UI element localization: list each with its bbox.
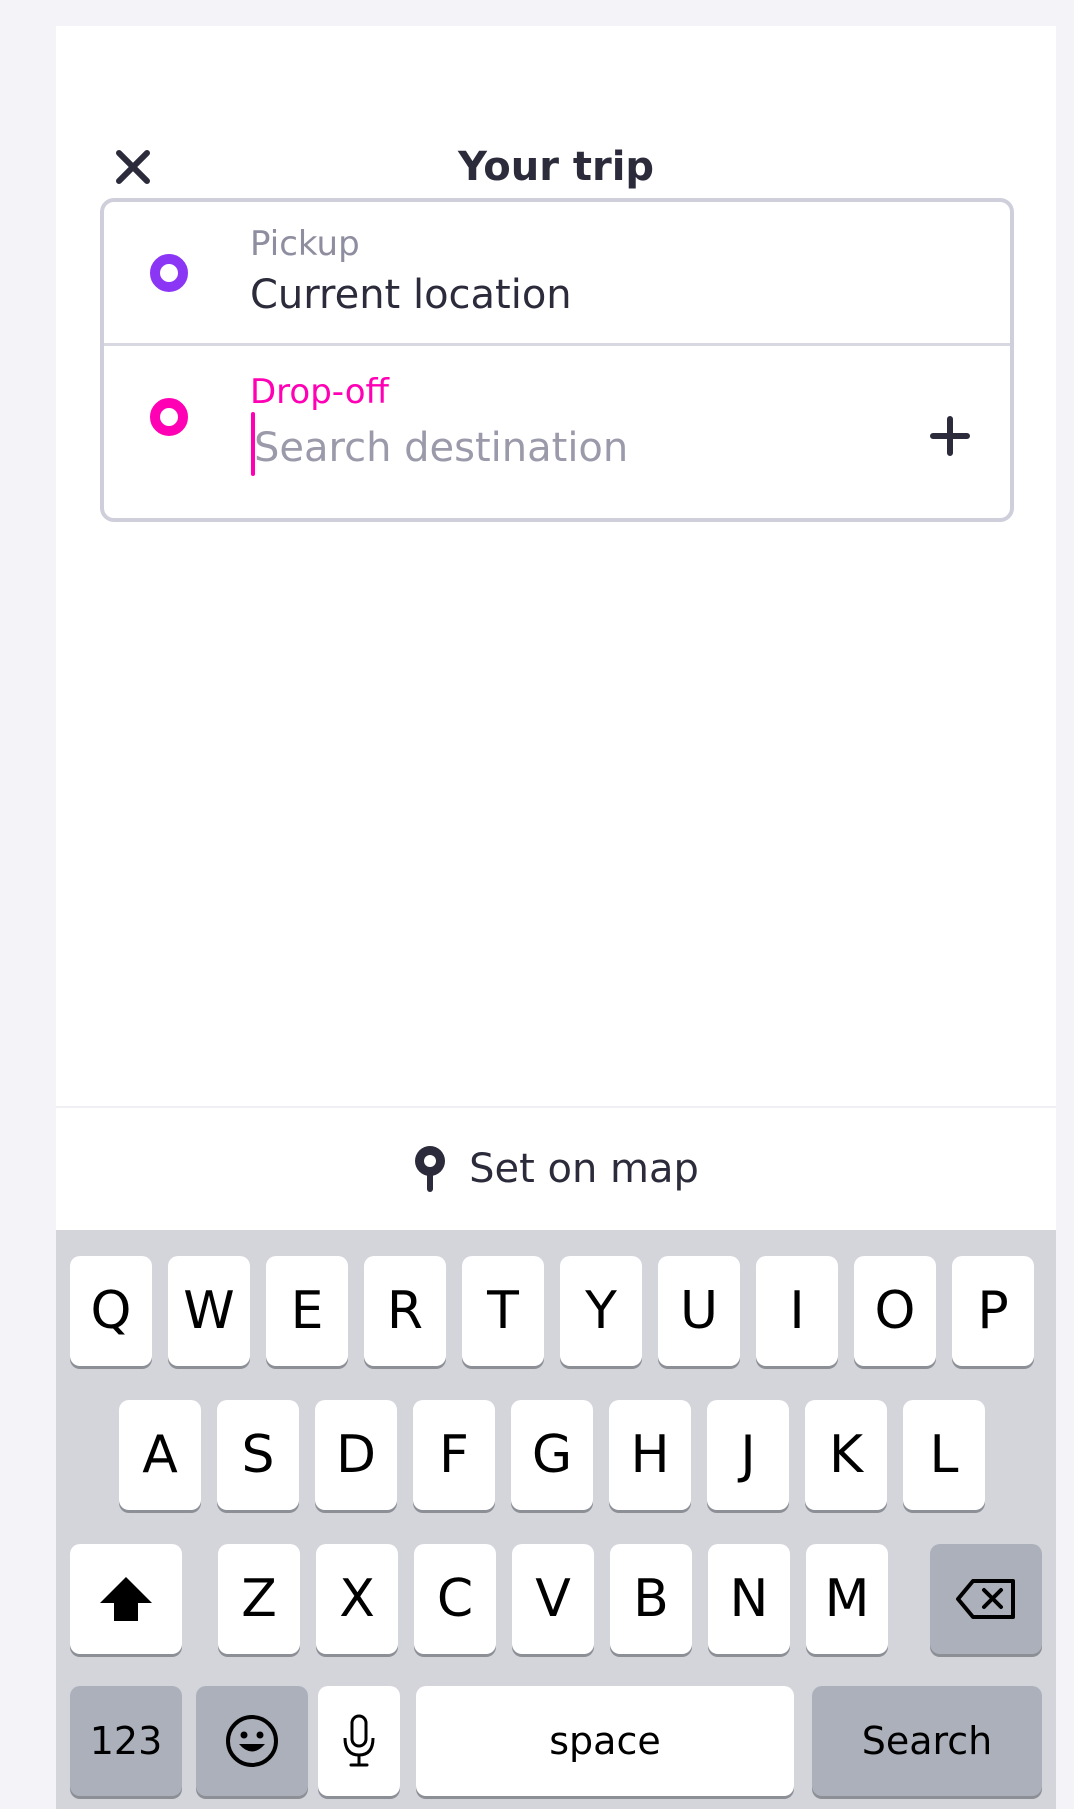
- backspace-icon: [956, 1579, 1015, 1619]
- key-v[interactable]: V: [512, 1544, 594, 1654]
- key-e[interactable]: E: [266, 1256, 348, 1366]
- key-l[interactable]: L: [903, 1400, 985, 1510]
- key-m[interactable]: M: [806, 1544, 888, 1654]
- keyboard: 123 space Search QWERTYUIOP ASDFGHJKL ZXCV…: [56, 1230, 1056, 1809]
- emoji-icon: [226, 1715, 278, 1767]
- search-key[interactable]: Search: [812, 1686, 1042, 1796]
- key-t[interactable]: T: [462, 1256, 544, 1366]
- plus-icon: [930, 416, 970, 456]
- text-caret: [251, 412, 255, 476]
- key-u[interactable]: U: [658, 1256, 740, 1366]
- trip-screen: Your trip Pickup Current location Drop-o…: [56, 26, 1056, 1809]
- key-b[interactable]: B: [610, 1544, 692, 1654]
- microphone-key[interactable]: [318, 1686, 400, 1796]
- set-on-map-label: Set on map: [469, 1146, 699, 1192]
- destination-search-input[interactable]: [250, 420, 890, 476]
- dropoff-label: Drop-off: [250, 372, 389, 412]
- key-q[interactable]: Q: [70, 1256, 152, 1366]
- pickup-label: Pickup: [250, 224, 360, 264]
- key-j[interactable]: J: [707, 1400, 789, 1510]
- map-pin-icon: [415, 1146, 446, 1192]
- emoji-key[interactable]: [196, 1686, 308, 1796]
- set-on-map-button[interactable]: Set on map: [56, 1106, 1056, 1230]
- key-c[interactable]: C: [414, 1544, 496, 1654]
- key-d[interactable]: D: [315, 1400, 397, 1510]
- key-r[interactable]: R: [364, 1256, 446, 1366]
- trip-box: Pickup Current location Drop-off: [100, 198, 1014, 522]
- dropoff-dot-icon: [150, 398, 188, 436]
- key-a[interactable]: A: [119, 1400, 201, 1510]
- key-w[interactable]: W: [168, 1256, 250, 1366]
- key-n[interactable]: N: [708, 1544, 790, 1654]
- key-k[interactable]: K: [805, 1400, 887, 1510]
- key-z[interactable]: Z: [218, 1544, 300, 1654]
- shift-icon: [100, 1577, 152, 1621]
- pickup-value: Current location: [250, 272, 572, 318]
- key-o[interactable]: O: [854, 1256, 936, 1366]
- key-i[interactable]: I: [756, 1256, 838, 1366]
- key-f[interactable]: F: [413, 1400, 495, 1510]
- page-title: Your trip: [457, 144, 655, 190]
- key-x[interactable]: X: [316, 1544, 398, 1654]
- pickup-dot-icon: [150, 254, 188, 292]
- add-stop-button[interactable]: [924, 410, 976, 462]
- numbers-key[interactable]: 123: [70, 1686, 182, 1796]
- delete-key[interactable]: [930, 1544, 1042, 1654]
- pickup-row[interactable]: Pickup Current location: [104, 202, 1010, 346]
- key-y[interactable]: Y: [560, 1256, 642, 1366]
- key-p[interactable]: P: [952, 1256, 1034, 1366]
- key-h[interactable]: H: [609, 1400, 691, 1510]
- key-s[interactable]: S: [217, 1400, 299, 1510]
- microphone-icon: [343, 1714, 375, 1767]
- space-key[interactable]: space: [416, 1686, 794, 1796]
- dropoff-row: Drop-off: [104, 348, 1010, 518]
- key-g[interactable]: G: [511, 1400, 593, 1510]
- shift-key[interactable]: [70, 1544, 182, 1654]
